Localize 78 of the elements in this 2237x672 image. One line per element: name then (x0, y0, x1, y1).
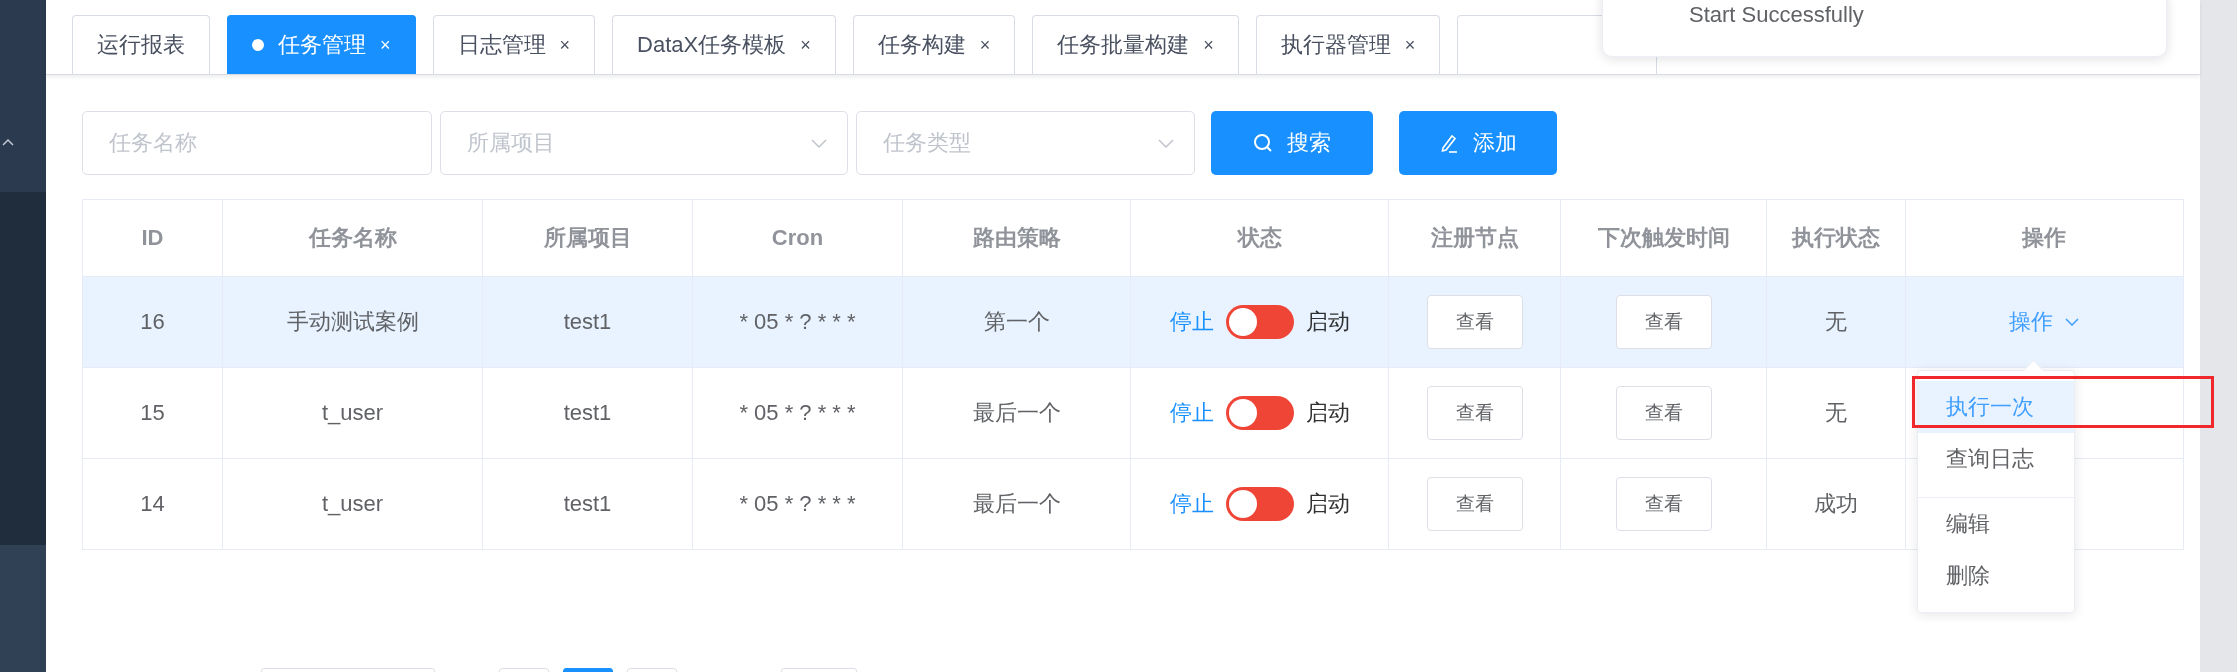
scrollbar[interactable] (2200, 0, 2237, 672)
table-cell-text: 最后一个 (972, 399, 1061, 427)
menu-item[interactable]: 删除 (1918, 550, 2074, 602)
tab[interactable]: 任务批量构建 × (1032, 15, 1239, 74)
start-label: 启动 (1305, 308, 1350, 336)
table-cell-text: 成功 (1814, 490, 1858, 518)
column-header: 任务名称 (308, 224, 397, 252)
table-cell: 14 (140, 491, 165, 517)
tab-label: DataX任务模板 (637, 31, 787, 59)
chevron-down-icon (2064, 318, 2079, 326)
close-icon[interactable]: × (559, 34, 571, 56)
tab-label: 任务批量构建 (1057, 31, 1190, 59)
table-cell: 15 (140, 400, 165, 426)
tab-label: 任务构建 (877, 31, 966, 59)
table-cell: test1 (563, 400, 612, 426)
pencil-icon (1439, 133, 1459, 153)
tab[interactable]: 日志管理 × (432, 15, 596, 74)
table-cell: 16 (140, 309, 165, 335)
view-button[interactable]: 查看 (1615, 386, 1712, 440)
chevron-up-icon[interactable] (2, 138, 14, 146)
tab-label: 任务管理 (278, 31, 366, 59)
tab-label: 执行器管理 (1280, 31, 1391, 59)
view-button[interactable]: 查看 (1615, 477, 1712, 531)
chevron-down-icon (811, 138, 827, 148)
stop-label: 停止 (1169, 308, 1214, 336)
table-cell-text: 无 (1825, 399, 1847, 427)
column-header: 状态 (1237, 224, 1282, 252)
column-header: 执行状态 (1792, 224, 1880, 252)
chevron-down-icon (1158, 138, 1174, 148)
menu-item[interactable]: 编辑 (1918, 497, 2074, 550)
table-row[interactable]: 16 手动测试案例 test1 * 05 * ? * * * 第一个 停止 启动 查看 查看 无 操作 (83, 277, 2183, 368)
close-icon[interactable]: × (800, 34, 811, 56)
column-header: Cron (771, 225, 824, 251)
notification-message: Start Successfully (1689, 2, 1864, 27)
column-header: 操作 (2021, 224, 2066, 252)
table-cell: t_user (321, 491, 384, 517)
tab[interactable]: 执行器管理 × (1255, 15, 1441, 74)
tab-label: 日志管理 (457, 31, 546, 59)
task-name-field[interactable]: 任务名称 (82, 111, 432, 175)
view-button[interactable]: 查看 (1426, 477, 1523, 531)
close-icon[interactable]: × (1203, 34, 1214, 56)
column-header: 下次触发时间 (1597, 224, 1730, 252)
add-button[interactable]: 添加 (1399, 111, 1557, 175)
close-icon[interactable]: × (979, 34, 991, 56)
stop-label: 停止 (1169, 490, 1214, 518)
search-icon (1253, 133, 1273, 153)
toggle-switch[interactable] (1225, 305, 1294, 339)
table-cell-text: 第一个 (983, 308, 1050, 336)
view-button[interactable]: 查看 (1426, 386, 1523, 440)
start-label: 启动 (1305, 490, 1350, 518)
table-cell-text: 最后一个 (972, 490, 1061, 518)
close-icon[interactable]: × (380, 34, 391, 56)
column-header: 注册节点 (1430, 224, 1519, 252)
view-button[interactable]: 查看 (1615, 295, 1712, 349)
tab[interactable]: 运行报表 (72, 15, 210, 74)
table-cell: test1 (563, 491, 612, 517)
toggle-switch[interactable] (1225, 396, 1294, 430)
toggle-switch[interactable] (1225, 487, 1294, 521)
search-button[interactable]: 搜索 (1211, 111, 1373, 175)
view-button[interactable]: 查看 (1426, 295, 1523, 349)
tab-label: 运行报表 (97, 31, 185, 59)
tab[interactable]: DataX任务模板 × (612, 15, 836, 74)
stop-label: 停止 (1169, 399, 1214, 427)
close-icon[interactable]: × (1404, 34, 1416, 56)
table-cell-text: 手动测试案例 (286, 308, 419, 336)
tab[interactable]: 任务管理 × (227, 15, 416, 74)
dot-icon (252, 39, 264, 51)
start-label: 启动 (1305, 399, 1350, 427)
table-cell-text: 无 (1825, 308, 1847, 336)
column-header: ID (141, 225, 164, 251)
table-cell: * 05 * ? * * * (739, 400, 856, 426)
table-cell: t_user (321, 400, 384, 426)
column-header: 所属项目 (543, 224, 632, 252)
table-cell: * 05 * ? * * * (739, 309, 856, 335)
table-cell: test1 (563, 309, 612, 335)
table-cell: * 05 * ? * * * (739, 491, 856, 517)
tab[interactable]: 任务构建 × (852, 15, 1016, 74)
column-header: 路由策略 (972, 224, 1061, 252)
